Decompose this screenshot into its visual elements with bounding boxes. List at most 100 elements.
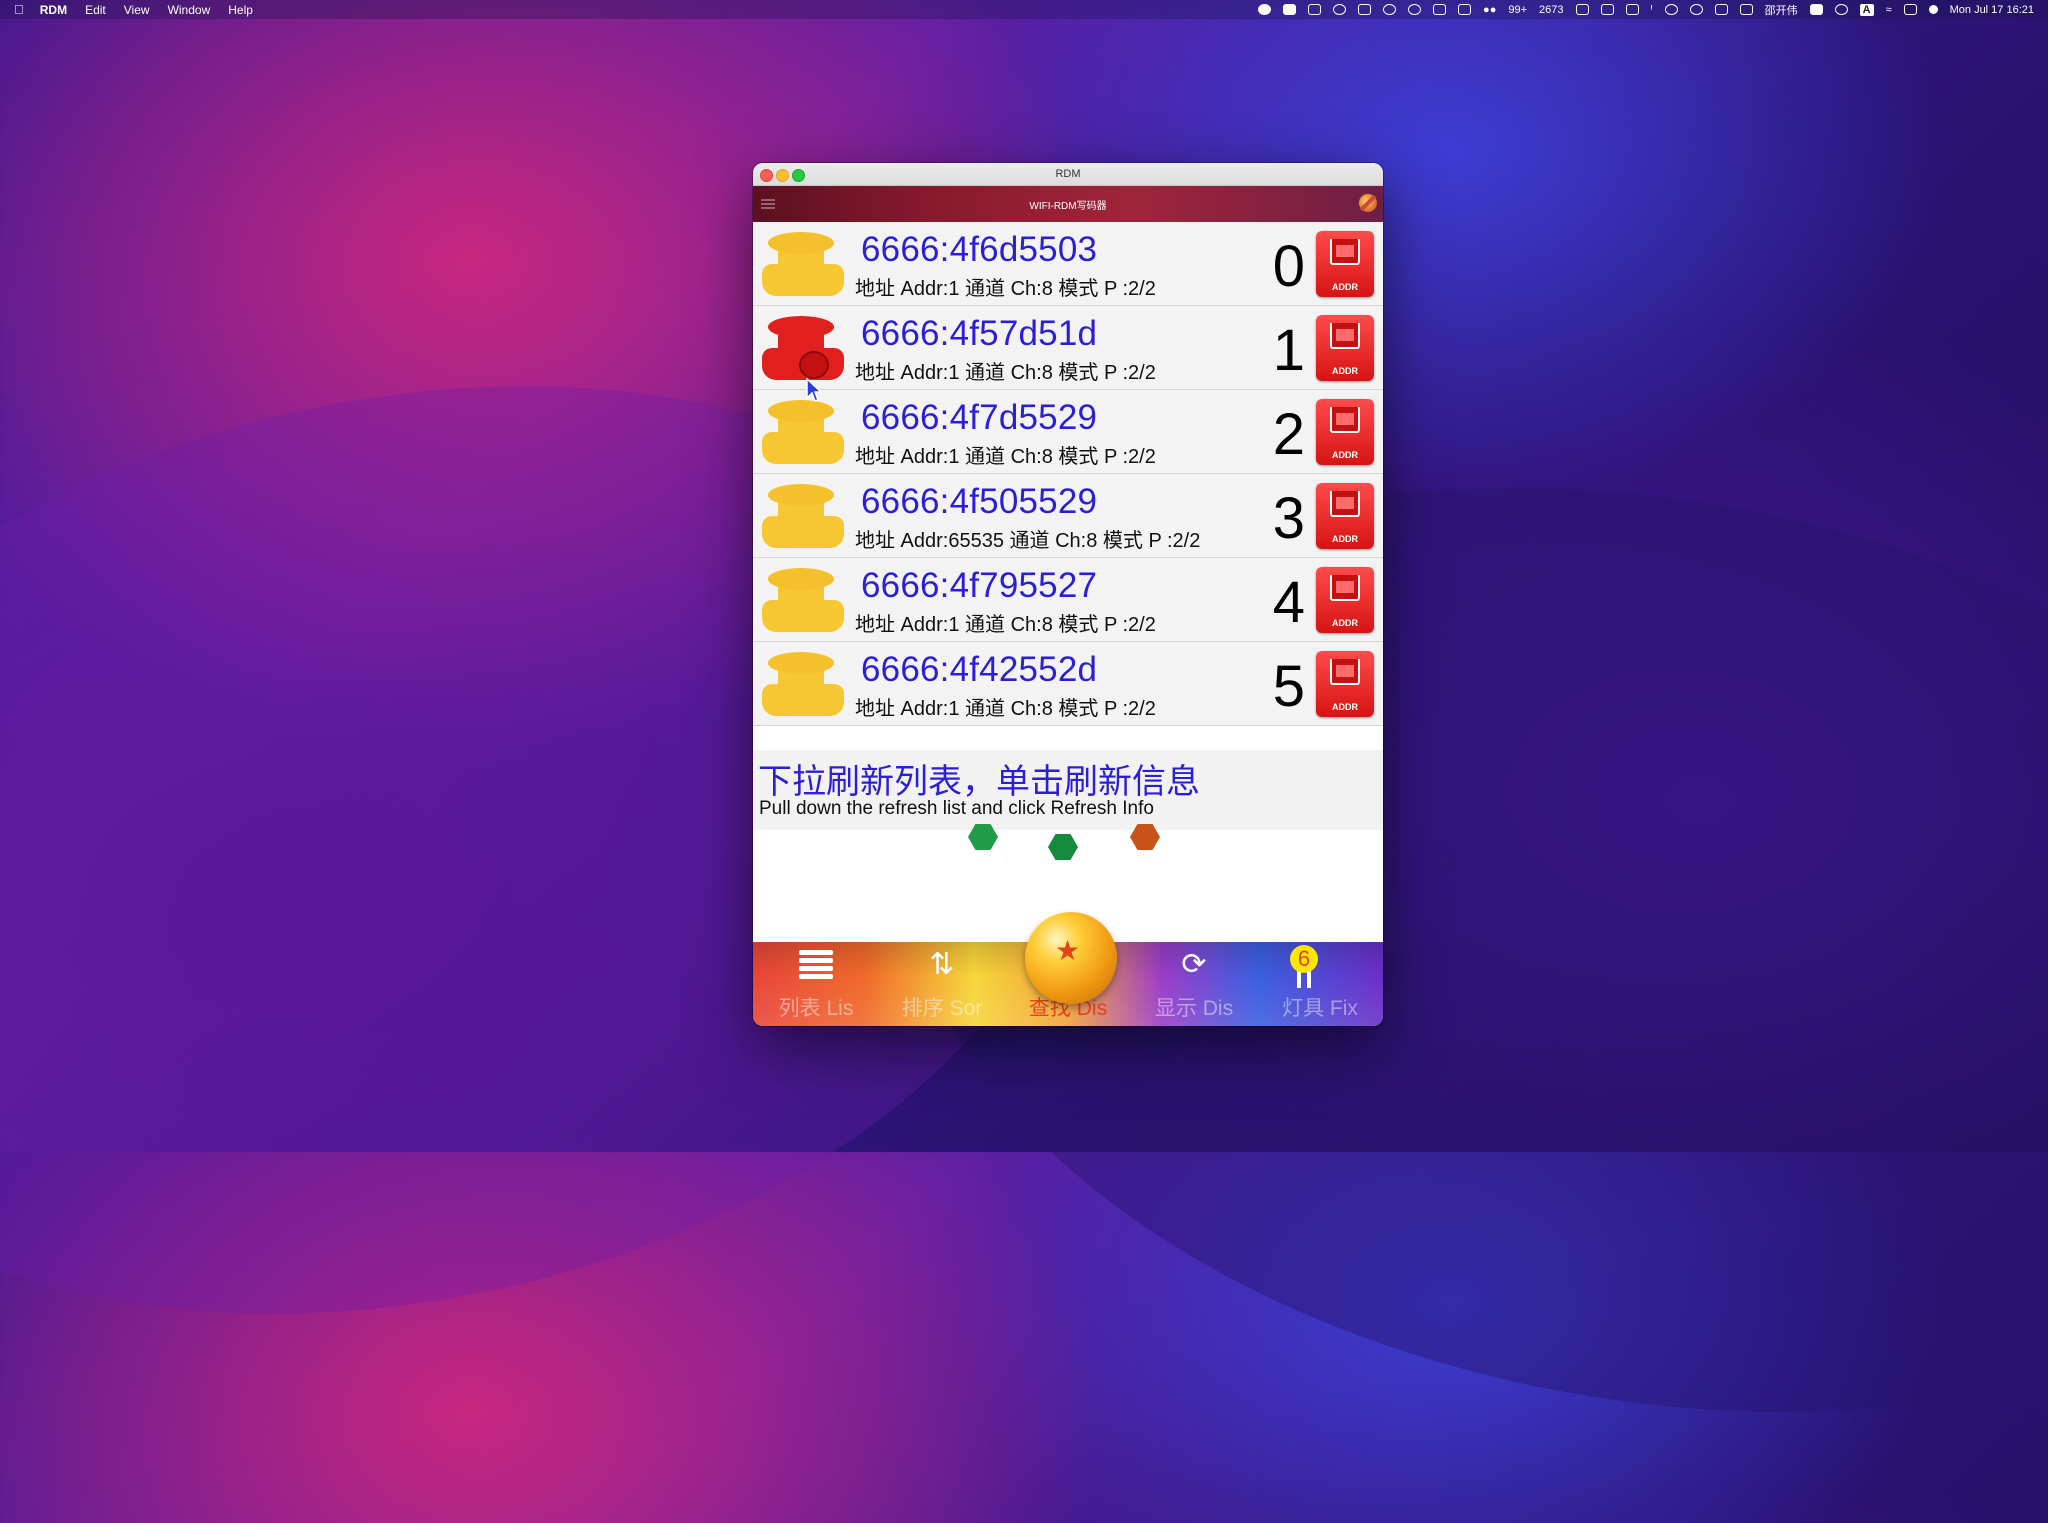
device-info: 地址 Addr:1 通道 Ch:8 模式 P :2/2 xyxy=(855,446,1156,468)
bluetooth-icon[interactable]: Ꞌ xyxy=(1651,4,1653,16)
wechat-icon[interactable]: ●● xyxy=(1483,4,1496,16)
device-info: 地址 Addr:1 通道 Ch:8 模式 P :2/2 xyxy=(855,698,1156,720)
addr-button-label: ADDR xyxy=(1332,282,1358,292)
star-icon: ★ xyxy=(1055,935,1081,966)
device-index: 0 xyxy=(1272,234,1305,299)
device-index: 4 xyxy=(1272,570,1305,635)
fixture-spool-icon[interactable] xyxy=(762,484,848,550)
addr-button[interactable]: ADDR xyxy=(1316,483,1374,549)
addr-button[interactable]: ADDR xyxy=(1316,651,1374,717)
clock-icon[interactable] xyxy=(1664,4,1678,15)
refresh-hint[interactable]: 下拉刷新列表，单击刷新信息 Pull down the refresh list… xyxy=(753,750,1383,831)
siri-icon[interactable] xyxy=(1928,5,1938,14)
tab-list[interactable]: 列表 Lis xyxy=(753,942,879,1026)
addr-button-label: ADDR xyxy=(1332,450,1358,460)
menu-window[interactable]: Window xyxy=(168,3,211,17)
rdm-window: RDM WIFI-RDM写码器 6666:4f6d5503 地址 Addr:1 … xyxy=(753,163,1383,1026)
tab-display[interactable]: ⟳ 显示 Dis xyxy=(1131,942,1257,1026)
menu-app-name[interactable]: RDM xyxy=(40,3,67,17)
status-grid-icon[interactable] xyxy=(1458,4,1472,15)
device-row[interactable]: 6666:4f7d5529 地址 Addr:1 通道 Ch:8 模式 P :2/… xyxy=(753,390,1383,474)
menu-help[interactable]: Help xyxy=(228,3,253,17)
star-ball-icon[interactable]: ★ xyxy=(1025,912,1117,1004)
status-dotted-icon[interactable] xyxy=(1739,4,1753,15)
device-info: 地址 Addr:1 通道 Ch:8 模式 P :2/2 xyxy=(855,362,1156,384)
device-row[interactable]: 6666:4f42552d 地址 Addr:1 通道 Ch:8 模式 P :2/… xyxy=(753,642,1383,726)
device-index: 1 xyxy=(1272,318,1305,383)
control-center-icon[interactable] xyxy=(1903,4,1917,15)
camera-icon[interactable] xyxy=(1809,4,1823,15)
wifi-icon[interactable]: ≈ xyxy=(1886,4,1892,16)
status-eye-icon[interactable] xyxy=(1333,4,1347,15)
device-id: 6666:4f7d5529 xyxy=(861,398,1098,437)
status-box-icon[interactable] xyxy=(1358,4,1372,15)
status-globe-icon[interactable] xyxy=(1408,4,1422,15)
menubar-datetime[interactable]: Mon Jul 17 16:21 xyxy=(1950,4,2034,16)
device-id: 6666:4f6d5503 xyxy=(861,230,1098,269)
status-bookmark-icon[interactable] xyxy=(1433,4,1447,15)
menu-view[interactable]: View xyxy=(124,3,150,17)
settings-tool-icon[interactable] xyxy=(1359,194,1377,212)
addr-icon xyxy=(1330,575,1360,601)
fixture-spool-icon[interactable] xyxy=(762,400,848,466)
status-pin-icon[interactable] xyxy=(1383,4,1397,15)
device-row[interactable]: 6666:4f505529 地址 Addr:65535 通道 Ch:8 模式 P… xyxy=(753,474,1383,558)
device-row[interactable]: 6666:4f795527 地址 Addr:1 通道 Ch:8 模式 P :2/… xyxy=(753,558,1383,642)
status-layers-icon[interactable] xyxy=(1575,4,1589,15)
window-title: RDM xyxy=(1055,168,1081,180)
wechat-count: 99+ xyxy=(1508,3,1528,16)
tab-fixture[interactable]: 6 灯具 Fix xyxy=(1257,942,1383,1026)
device-index: 2 xyxy=(1272,402,1305,467)
fixture-count-badge: 6 xyxy=(1290,945,1318,973)
status-counter[interactable]: 2673 xyxy=(1539,4,1563,16)
app-header: WIFI-RDM写码器 xyxy=(753,186,1383,222)
fixture-spool-icon[interactable] xyxy=(762,652,848,718)
device-index: 5 xyxy=(1272,654,1305,719)
addr-button-label: ADDR xyxy=(1332,534,1358,544)
addr-button-label: ADDR xyxy=(1332,618,1358,628)
addr-button[interactable]: ADDR xyxy=(1316,567,1374,633)
device-info: 地址 Addr:1 通道 Ch:8 模式 P :2/2 xyxy=(855,278,1156,300)
addr-icon xyxy=(1330,323,1360,349)
tab-display-label: 显示 Dis xyxy=(1154,997,1234,1020)
airdrop-icon[interactable] xyxy=(1689,4,1703,15)
device-row[interactable]: 6666:4f57d51d 地址 Addr:1 通道 Ch:8 模式 P :2/… xyxy=(753,306,1383,390)
apple-icon[interactable]:  xyxy=(14,2,24,17)
status-record-icon[interactable] xyxy=(1258,4,1272,15)
sort-icon: ⇅ xyxy=(929,948,955,981)
status-app-icon[interactable] xyxy=(1283,4,1297,15)
tab-sort[interactable]: ⇅ 排序 Sor xyxy=(879,942,1005,1026)
app-title: WIFI-RDM写码器 xyxy=(1029,201,1107,212)
tab-sort-label: 排序 Sor xyxy=(901,997,983,1020)
window-titlebar[interactable]: RDM xyxy=(753,163,1383,186)
device-list[interactable]: 6666:4f6d5503 地址 Addr:1 通道 Ch:8 模式 P :2/… xyxy=(753,222,1383,726)
addr-button-label: ADDR xyxy=(1332,702,1358,712)
addr-button[interactable]: ADDR xyxy=(1316,315,1374,381)
addr-button[interactable]: ADDR xyxy=(1316,231,1374,297)
refresh-icon: ⟳ xyxy=(1181,948,1207,981)
bottom-tab-bar: 列表 Lis ⇅ 排序 Sor 查找 Dis ★ ⟳ 显示 Dis 6 灯具 F… xyxy=(753,912,1383,1026)
play-icon[interactable] xyxy=(1834,4,1848,15)
status-bar-icon[interactable] xyxy=(1714,4,1728,15)
addr-icon xyxy=(1330,407,1360,433)
tab-list-label: 列表 Lis xyxy=(778,997,854,1020)
fixture-spool-icon[interactable] xyxy=(762,232,848,298)
tab-fixture-label: 灯具 Fix xyxy=(1282,997,1358,1020)
device-id: 6666:4f42552d xyxy=(861,650,1098,689)
menu-edit[interactable]: Edit xyxy=(85,3,106,17)
input-method[interactable]: A xyxy=(1859,3,1874,16)
addr-icon xyxy=(1330,239,1360,265)
display-icon[interactable] xyxy=(1600,4,1614,15)
device-index: 3 xyxy=(1272,486,1305,551)
refresh-hint-zh: 下拉刷新列表，单击刷新信息 xyxy=(758,763,1200,801)
status-app2-icon[interactable] xyxy=(1308,4,1322,15)
list-icon xyxy=(799,950,833,980)
device-info: 地址 Addr:65535 通道 Ch:8 模式 P :2/2 xyxy=(855,530,1201,552)
user-name[interactable]: 邵开伟 xyxy=(1765,2,1798,18)
fixture-spool-icon[interactable] xyxy=(762,316,848,382)
fixture-spool-icon[interactable] xyxy=(762,568,848,634)
addr-button[interactable]: ADDR xyxy=(1316,399,1374,465)
device-row[interactable]: 6666:4f6d5503 地址 Addr:1 通道 Ch:8 模式 P :2/… xyxy=(753,222,1383,306)
menu-bar:  RDM Edit View Window Help ●● 99+ 2673 … xyxy=(0,0,2048,19)
status-window-icon[interactable] xyxy=(1625,4,1639,15)
